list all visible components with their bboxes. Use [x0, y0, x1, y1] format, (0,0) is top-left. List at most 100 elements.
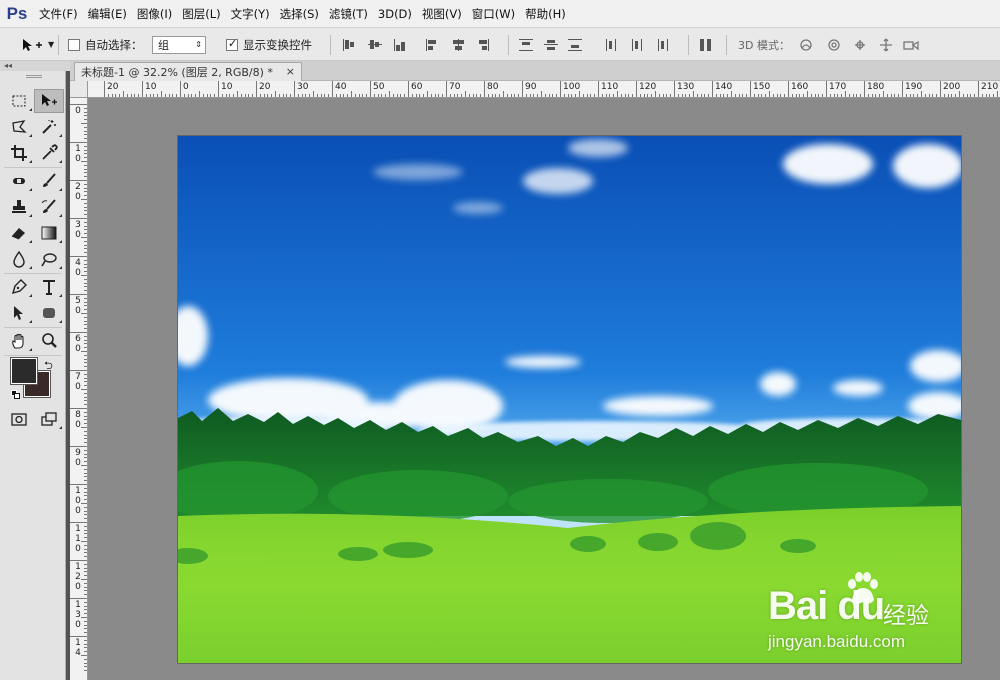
ruler-major-tick — [370, 81, 371, 97]
ruler-label: 180 — [867, 82, 885, 92]
ruler-major-tick — [750, 81, 751, 97]
auto-align-icon[interactable] — [698, 37, 714, 53]
type-tool[interactable] — [34, 275, 64, 299]
ruler-label: 60 — [411, 82, 423, 92]
menu-window[interactable]: 窗口(W) — [467, 0, 520, 28]
pen-tool[interactable] — [4, 275, 34, 299]
ruler-label: 140 — [715, 82, 733, 92]
screen-mode-icon — [41, 412, 57, 426]
ruler-major-tick — [522, 81, 523, 97]
horizontal-ruler[interactable]: 20 10 0 10 20 30 40 50 60 70 80 90 100 110 120 130 140 15… — [88, 81, 1000, 98]
panel-collapse-strip[interactable]: ◂◂ — [0, 61, 70, 71]
ruler-major-tick — [332, 81, 333, 97]
jingyan-text: 经验 — [883, 603, 929, 629]
move-tool[interactable] — [34, 89, 64, 113]
blur-tool[interactable] — [4, 247, 34, 271]
distribute-icons[interactable] — [518, 37, 688, 53]
marquee-tool[interactable] — [4, 89, 34, 113]
ruler-label: 0 — [75, 106, 81, 116]
brush-tool[interactable] — [34, 169, 64, 193]
ruler-major-tick — [294, 81, 295, 97]
ruler-major-tick — [70, 218, 87, 219]
dodge-tool[interactable] — [34, 247, 64, 271]
magic-wand-tool[interactable] — [34, 115, 64, 139]
ruler-label: 160 — [791, 82, 809, 92]
menu-help[interactable]: 帮助(H) — [520, 0, 571, 28]
ruler-label: 80 — [487, 82, 499, 92]
ruler-label: 10 — [145, 82, 157, 92]
hand-tool[interactable] — [4, 329, 34, 353]
menu-3d[interactable]: 3D(D) — [373, 0, 417, 28]
tool-preset-picker[interactable]: ▼ — [20, 28, 54, 61]
align-icons[interactable] — [342, 37, 512, 53]
clone-stamp-tool[interactable] — [4, 195, 34, 219]
ruler-label: 110 — [75, 524, 81, 554]
ruler-major-tick — [446, 81, 447, 97]
paw-icon — [848, 572, 878, 604]
shape-tool[interactable] — [34, 301, 64, 325]
crop-tool[interactable] — [4, 141, 34, 165]
ruler-major-tick — [674, 81, 675, 97]
eraser-tool[interactable] — [4, 221, 34, 245]
ruler-label: 0 — [183, 82, 189, 92]
auto-select-checkbox[interactable] — [68, 38, 80, 51]
menu-edit[interactable]: 编辑(E) — [83, 0, 132, 28]
ruler-major-tick — [70, 636, 87, 637]
path-select-icon — [14, 306, 23, 320]
collapse-arrows-icon[interactable]: ◂◂ — [4, 61, 12, 70]
ruler-major-tick — [484, 81, 485, 97]
watermark-url: jingyan.baidu.com — [768, 632, 906, 651]
menu-filter[interactable]: 滤镜(T) — [324, 0, 373, 28]
updown-icon: ⇕ — [195, 40, 202, 49]
healing-brush-tool[interactable] — [4, 169, 34, 193]
ruler-label: 130 — [677, 82, 695, 92]
show-transform-checkbox[interactable] — [226, 37, 238, 51]
type-icon — [43, 280, 55, 295]
auto-select-toggle[interactable]: 自动选择： — [68, 28, 143, 61]
3d-tool-icons[interactable] — [798, 37, 922, 53]
zoom-tool[interactable] — [34, 329, 64, 353]
show-transform-label: 显示变换控件 — [243, 37, 312, 52]
default-colors-icon[interactable] — [11, 390, 20, 399]
ruler-major-tick — [70, 560, 87, 561]
polygon-lasso-icon — [12, 120, 27, 133]
eyedropper-tool[interactable] — [34, 141, 64, 165]
panel-grip[interactable] — [26, 75, 42, 78]
show-transform-toggle[interactable]: 显示变换控件 — [226, 28, 312, 61]
vertical-ruler[interactable]: 010203040506070809010011012013014 — [70, 98, 88, 680]
gradient-tool[interactable] — [34, 221, 64, 245]
history-brush-tool[interactable] — [34, 195, 64, 219]
brush-icon — [43, 173, 56, 187]
ruler-label: 20 — [107, 82, 119, 92]
lasso-tool[interactable] — [4, 115, 34, 139]
photoshop-logo: Ps — [6, 3, 28, 23]
close-icon[interactable]: × — [286, 65, 295, 78]
history-brush-icon — [41, 199, 56, 213]
menu-bar: Ps 文件(F) 编辑(E) 图像(I) 图层(L) 文字(Y) 选择(S) 滤… — [0, 0, 1000, 28]
menu-view[interactable]: 视图(V) — [417, 0, 467, 28]
menu-type[interactable]: 文字(Y) — [226, 0, 275, 28]
ruler-major-tick — [70, 256, 87, 257]
ruler-origin[interactable] — [70, 81, 88, 98]
menu-select[interactable]: 选择(S) — [275, 0, 324, 28]
ruler-major-tick — [70, 408, 87, 409]
rect-marquee-icon — [12, 95, 26, 107]
ruler-major-tick — [826, 81, 827, 97]
ruler-major-tick — [70, 142, 87, 143]
eyedropper-icon — [42, 144, 58, 160]
ruler-label: 100 — [563, 82, 581, 92]
magic-wand-icon — [42, 120, 56, 134]
document-tab[interactable]: 未标题-1 @ 32.2% (图层 2, RGB/8) * × — [74, 62, 302, 81]
menu-image[interactable]: 图像(I) — [132, 0, 177, 28]
ruler-major-tick — [70, 484, 87, 485]
ruler-major-tick — [902, 81, 903, 97]
quick-mask-button[interactable] — [4, 407, 34, 431]
screen-mode-button[interactable] — [34, 407, 64, 431]
menu-file[interactable]: 文件(F) — [34, 0, 83, 28]
ruler-major-tick — [180, 81, 181, 97]
path-selection-tool[interactable] — [4, 301, 34, 325]
auto-select-target-dropdown[interactable]: 组 ⇕ — [152, 35, 206, 54]
ruler-label: 170 — [829, 82, 847, 92]
menu-layer[interactable]: 图层(L) — [177, 0, 225, 28]
foreground-color-swatch[interactable] — [10, 357, 38, 385]
